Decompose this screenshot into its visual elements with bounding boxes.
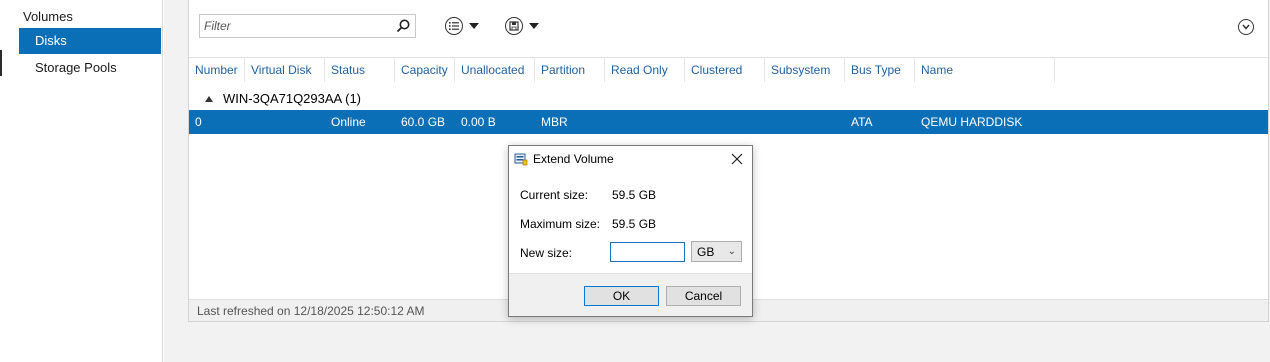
close-icon[interactable] [728,150,746,168]
left-navigation: Volumes Disks Storage Pools [0,0,163,362]
current-size-label: Current size: [520,188,589,202]
dialog-footer: OK Cancel [509,273,752,316]
cancel-button[interactable]: Cancel [666,286,741,306]
cell-partition: MBR [541,115,568,129]
column-header-number[interactable]: Number [189,58,245,82]
search-icon[interactable] [395,18,411,34]
nav-item-storage-pools[interactable]: Storage Pools [19,55,161,81]
new-size-label: New size: [520,246,573,260]
server-group-label: WIN-3QA71Q293AA (1) [223,91,361,106]
chevron-down-icon [469,23,479,29]
extend-volume-dialog: Extend Volume Current size: 59.5 GB Maxi… [508,145,753,317]
unit-select-value: GB [697,244,715,259]
cell-unallocated: 0.00 B [461,115,496,129]
save-query-button[interactable] [505,15,539,37]
new-size-input[interactable] [610,242,685,262]
view-options-button[interactable] [445,15,479,37]
filter-box [199,14,416,38]
cell-name: QEMU HARDDISK [921,115,1023,129]
cell-clustered [685,110,691,134]
chevron-down-icon: ⌄ [727,246,736,257]
current-size-value: 59.5 GB [612,188,657,202]
cell-subsystem [765,110,771,134]
dialog-titlebar[interactable]: Extend Volume [509,146,752,172]
column-header-capacity[interactable]: Capacity [395,58,455,82]
cell-number: 0 [195,115,202,129]
column-header-virtual-disk[interactable]: Virtual Disk [245,58,325,82]
toolbar [189,0,1268,58]
column-header-row: Number Virtual Disk Status Capacity Unal… [189,58,1268,82]
nav-accent-bar [0,50,2,76]
cell-read-only [605,110,611,134]
column-header-partition[interactable]: Partition [535,58,605,82]
column-header-name[interactable]: Name [915,58,1055,82]
column-header-bus-type[interactable]: Bus Type [845,58,915,82]
chevron-down-icon [529,23,539,29]
table-row[interactable]: 0 Online 60.0 GB 0.00 B MBR ATA QEMU HAR… [189,110,1268,134]
column-header-subsystem[interactable]: Subsystem [765,58,845,82]
list-view-icon [445,17,463,35]
save-query-icon [505,17,523,35]
column-header-read-only[interactable]: Read Only [605,58,685,82]
maximum-size-value: 59.5 GB [612,217,657,231]
column-header-status[interactable]: Status [325,58,395,82]
dialog-title: Extend Volume [533,152,614,166]
cell-status: Online [331,115,366,129]
maximum-size-label: Maximum size: [520,217,601,231]
filter-input[interactable] [200,15,390,37]
volume-icon [514,153,528,166]
cell-capacity: 60.0 GB [401,115,446,129]
expand-icon[interactable] [1238,19,1254,35]
column-header-clustered[interactable]: Clustered [685,58,765,82]
collapse-arrow-icon[interactable] [205,96,213,102]
ok-button[interactable]: OK [584,286,659,306]
nav-item-disks[interactable]: Disks [19,28,161,54]
cell-bus-type: ATA [851,115,873,129]
nav-item-volumes[interactable]: Volumes [8,4,150,30]
column-header-unallocated[interactable]: Unallocated [455,58,535,82]
cell-virtual-disk [245,110,251,134]
unit-select[interactable]: GB ⌄ [691,241,742,262]
